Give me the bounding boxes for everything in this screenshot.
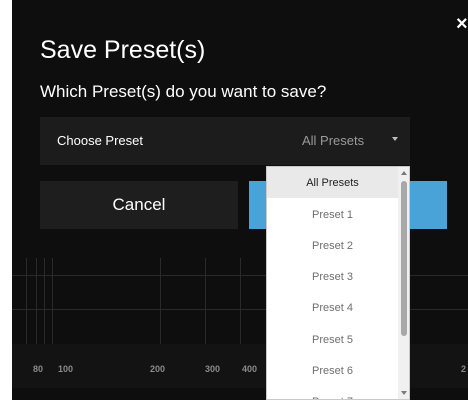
axis-tick-label: 2 <box>461 364 467 374</box>
close-icon[interactable]: × <box>456 14 468 34</box>
dropdown-scrollbar[interactable] <box>398 167 409 399</box>
preset-dropdown-list[interactable]: All Presets Preset 1 Preset 2 Preset 3 P… <box>266 166 410 400</box>
choose-preset-value: All Presets <box>302 133 365 148</box>
grid-line <box>160 258 161 344</box>
axis-tick-label: 200 <box>150 364 166 374</box>
dropdown-option-preset-4[interactable]: Preset 4 <box>267 292 398 323</box>
dropdown-option-preset-7[interactable]: Preset 7 <box>267 386 398 400</box>
axis-tick-label: 300 <box>205 364 221 374</box>
axis-tick-label: 100 <box>58 364 74 374</box>
scroll-down-icon[interactable] <box>401 391 407 395</box>
dialog-question: Which Preset(s) do you want to save? <box>40 82 327 101</box>
dropdown-option-preset-3[interactable]: Preset 3 <box>267 261 398 292</box>
dropdown-option-preset-2[interactable]: Preset 2 <box>267 230 398 261</box>
grid-line <box>44 258 45 344</box>
choose-preset-label: Choose Preset <box>57 133 143 148</box>
axis-tick-label: 80 <box>33 364 44 374</box>
chevron-down-icon <box>392 137 398 141</box>
grid-line <box>240 258 241 344</box>
scroll-up-icon[interactable] <box>401 171 407 175</box>
cancel-button[interactable]: Cancel <box>40 181 238 229</box>
dropdown-option-preset-6[interactable]: Preset 6 <box>267 355 398 386</box>
grid-line <box>36 258 37 344</box>
grid-line <box>52 258 53 344</box>
dropdown-option-preset-5[interactable]: Preset 5 <box>267 324 398 355</box>
choose-preset-select[interactable]: Choose Preset All Presets <box>40 117 410 165</box>
dialog-title: Save Preset(s) <box>40 36 206 64</box>
dropdown-option-all-presets[interactable]: All Presets <box>267 167 398 198</box>
axis-tick-label: 400 <box>242 364 258 374</box>
grid-line <box>26 258 27 344</box>
scrollbar-thumb[interactable] <box>401 181 407 336</box>
grid-line <box>205 258 206 344</box>
dropdown-option-preset-1[interactable]: Preset 1 <box>267 199 398 230</box>
